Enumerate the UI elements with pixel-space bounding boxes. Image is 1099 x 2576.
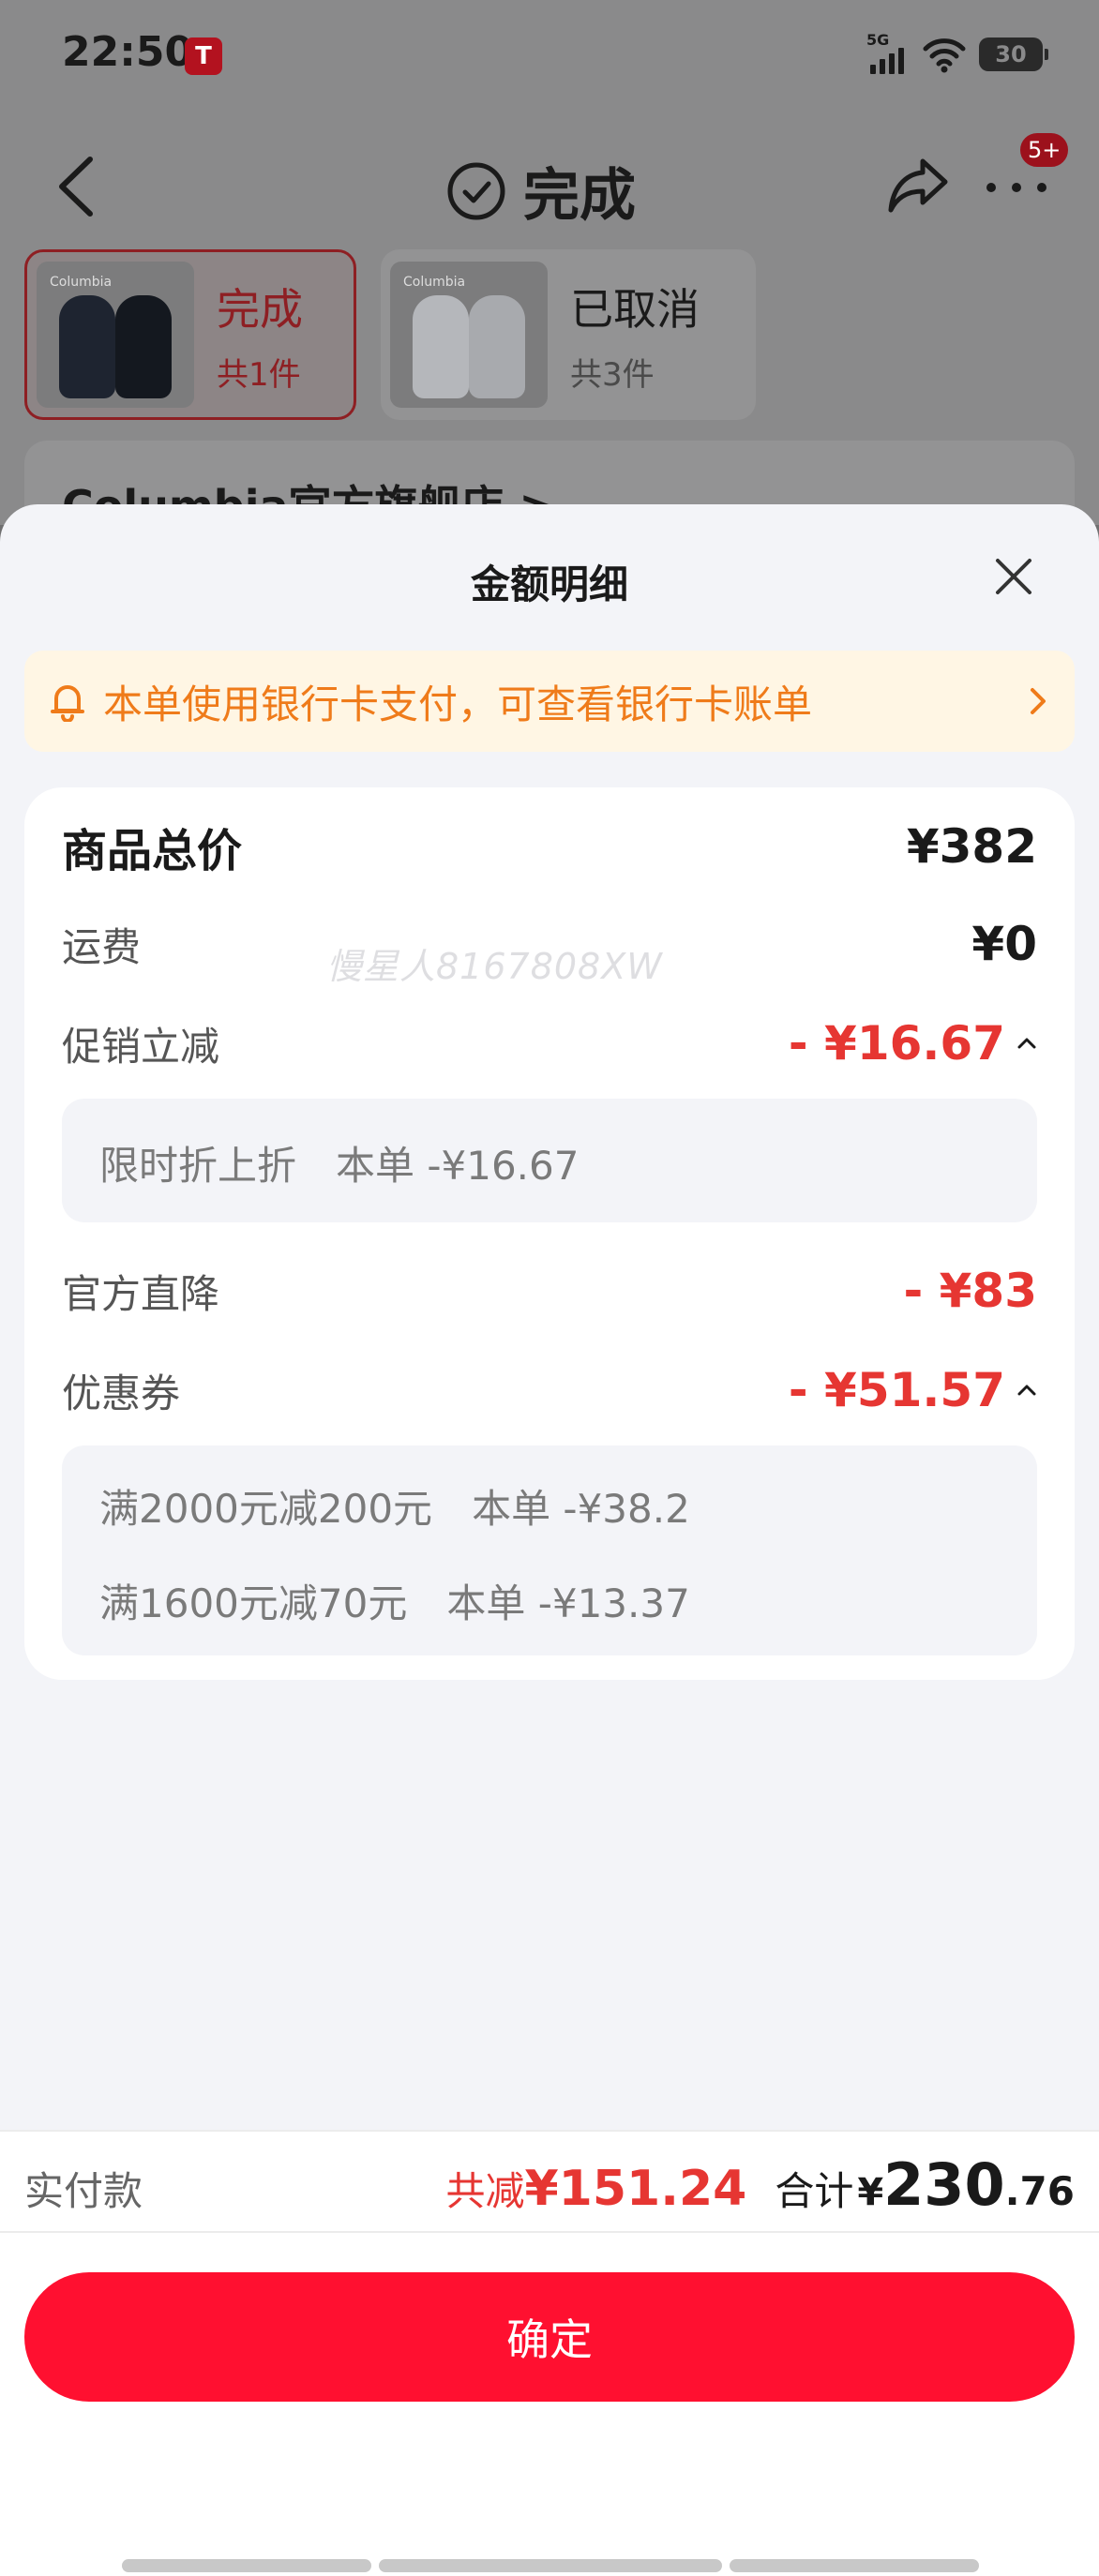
cellular-signal-icon: 5G: [866, 31, 910, 74]
product-thumbnail: Columbia: [37, 262, 194, 408]
detail-name: 限时折上折: [99, 1143, 297, 1189]
share-icon[interactable]: [885, 152, 951, 217]
total-saved-label: 共减: [445, 2168, 525, 2214]
detail-amount: 本单 -¥16.67: [336, 1143, 580, 1189]
close-icon[interactable]: [994, 557, 1033, 596]
row-value: ¥382: [906, 819, 1037, 874]
currency-symbol: ¥: [857, 2171, 884, 2214]
page-title: 完成: [446, 150, 636, 232]
row-label: 优惠券: [62, 1370, 181, 1416]
bank-card-notice[interactable]: 本单使用银行卡支付，可查看银行卡账单: [24, 651, 1075, 752]
promo-detail-box: 限时折上折 本单 -¥16.67: [62, 1099, 1037, 1222]
top-nav: 完成 5+: [0, 131, 1099, 234]
coupon-detail-line: 满2000元减200元 本单 -¥38.2: [99, 1477, 1000, 1535]
row-value: - ¥51.57: [789, 1363, 1037, 1417]
detail-amount: 本单 -¥13.37: [446, 1580, 690, 1626]
notice-text: 本单使用银行卡支付，可查看银行卡账单: [103, 681, 813, 727]
network-type: 5G: [866, 31, 890, 49]
total-decimal: .76: [1004, 2168, 1075, 2214]
thumbnail-brand: Columbia: [403, 275, 466, 290]
background-page: 22:50 T 5G 30 完成 5+ Columbia 完成 共1件 Colu…: [0, 0, 1099, 553]
coupon-detail-box: 满2000元减200元 本单 -¥38.2 满1600元减70元 本单 -¥13…: [62, 1445, 1037, 1655]
row-total-price: 商品总价 ¥382: [62, 814, 1037, 879]
confirm-button[interactable]: 确定: [24, 2272, 1075, 2402]
promo-value-text: - ¥16.67: [788, 1016, 1005, 1071]
back-arrow-icon[interactable]: [53, 154, 99, 219]
status-bar: 22:50 T 5G 30: [0, 0, 1099, 112]
promo-detail-line: 限时折上折 本单 -¥16.67: [99, 1134, 1000, 1191]
row-label: 运费: [62, 923, 142, 970]
total-saved-amount: ¥151.24: [524, 2161, 747, 2217]
bell-icon: [51, 685, 84, 722]
row-coupon-discount[interactable]: 优惠券 - ¥51.57: [62, 1357, 1037, 1423]
chevron-right-icon: [1031, 688, 1046, 714]
row-label: 促销立减: [62, 1023, 220, 1070]
total-label: 合计: [775, 2168, 854, 2214]
row-value: ¥0: [971, 917, 1037, 971]
status-time: 22:50: [62, 28, 194, 76]
row-value: - ¥16.67: [789, 1016, 1037, 1071]
total-integer: 230: [883, 2150, 1005, 2219]
order-tab-count: 共1件: [217, 355, 301, 394]
order-tab-completed[interactable]: Columbia 完成 共1件: [24, 249, 356, 420]
chevron-up-icon: [1017, 1385, 1036, 1396]
page-title-text: 完成: [523, 163, 636, 229]
coupon-detail-line: 满1600元减70元 本单 -¥13.37: [99, 1572, 1000, 1629]
more-options-icon[interactable]: [986, 169, 1046, 206]
message-count-badge: 5+: [1018, 131, 1071, 169]
row-official-discount: 官方直降 - ¥83: [62, 1258, 1037, 1324]
check-circle-icon: [447, 162, 505, 219]
chevron-up-icon: [1017, 1038, 1036, 1049]
row-label: 官方直降: [62, 1270, 220, 1317]
row-label: 商品总价: [62, 825, 243, 877]
paid-amount-label: 实付款: [24, 2168, 143, 2214]
battery-icon: 30: [979, 37, 1048, 71]
sheet-footer: 确定: [0, 2233, 1099, 2576]
order-tab-cancelled[interactable]: Columbia 已取消 共3件: [381, 249, 756, 420]
row-value: - ¥83: [903, 1264, 1037, 1318]
status-indicators: 5G 30: [866, 31, 1048, 77]
app-notification-icon: T: [185, 37, 222, 75]
payment-totals: 共减 ¥151.24 合计 ¥ 230 .76: [445, 2150, 1075, 2219]
user-watermark: 慢星人8167808XW: [326, 946, 663, 987]
row-promo-discount[interactable]: 促销立减 - ¥16.67: [62, 1011, 1037, 1076]
product-thumbnail: Columbia: [390, 262, 548, 408]
home-indicator: [122, 2559, 979, 2572]
detail-name: 满1600元减70元: [99, 1580, 408, 1626]
coupon-value-text: - ¥51.57: [788, 1363, 1005, 1417]
payment-summary-bar: 实付款 共减 ¥151.24 合计 ¥ 230 .76: [0, 2130, 1099, 2233]
wifi-icon: [923, 38, 966, 73]
detail-amount: 本单 -¥38.2: [472, 1486, 690, 1532]
order-tab-title: 已取消: [570, 283, 700, 335]
thumbnail-brand: Columbia: [50, 275, 113, 290]
sheet-title: 金额明细: [470, 562, 628, 607]
order-tab-title: 完成: [217, 283, 303, 335]
order-status-tabs: Columbia 完成 共1件 Columbia 已取消 共3件: [24, 249, 756, 420]
order-tab-count: 共3件: [570, 355, 655, 394]
detail-name: 满2000元减200元: [99, 1486, 433, 1532]
amount-breakdown-card: 商品总价 ¥382 运费 ¥0 促销立减 - ¥16.67 限时折上折 本单 -…: [24, 787, 1075, 1680]
